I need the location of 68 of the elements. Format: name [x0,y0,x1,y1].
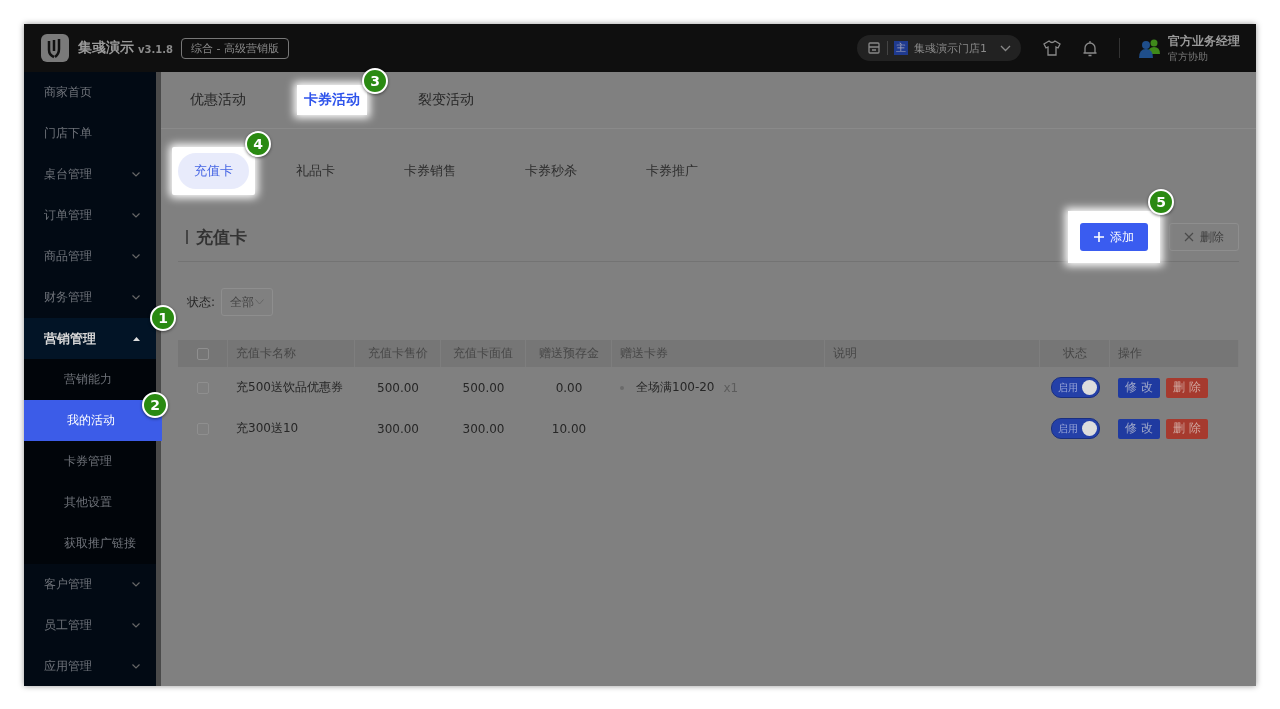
tab[interactable]: 裂变活动 [411,85,481,115]
chevron-down-icon [132,172,140,177]
table-cell: 充500送饮品优惠券 [236,379,343,396]
chevron-down-icon [132,582,140,587]
chevron-down-icon [132,664,140,669]
caret-up-icon [133,336,140,341]
tab[interactable]: 优惠活动 [183,85,253,115]
sidebar-item[interactable]: 商品管理 [24,236,156,277]
edit-button[interactable]: 修 改 [1118,418,1160,439]
subtab[interactable]: 卡券秒杀 [509,153,593,189]
filter-label: 状态: [187,293,216,311]
subtab[interactable]: 礼品卡 [280,153,351,189]
edit-button[interactable]: 修 改 [1118,377,1160,398]
status-toggle[interactable]: 启用 [1050,418,1100,439]
delete-button[interactable]: 删 除 [1165,418,1208,439]
store-name: 集彧演示门店1 [914,40,988,56]
shirt-icon[interactable] [1043,40,1061,56]
sidebar-item[interactable]: 订单管理 [24,195,156,236]
sidebar-item[interactable]: 桌台管理 [24,154,156,195]
users-icon [1138,38,1162,58]
table-cell: 充300送10 [236,420,299,437]
close-icon [1184,232,1194,242]
sidebar-subitem[interactable]: 其他设置 [24,482,156,523]
sidebar-item[interactable]: 门店下单 [24,113,156,154]
sidebar-subitem[interactable]: 卡券管理 [24,441,156,482]
bell-icon[interactable] [1083,39,1097,57]
store-icon [867,41,881,55]
store-type-badge: 主 [894,41,908,55]
chevron-down-icon [255,299,265,305]
status-toggle[interactable]: 启用 [1050,377,1100,398]
plus-icon [1094,232,1104,242]
tab[interactable]: 卡券活动 [297,85,367,115]
table-cell: 0.00 [555,380,583,395]
version-label: v3.1.8 [138,44,173,55]
subtab[interactable]: 卡券销售 [388,153,472,189]
sidebar-subitem[interactable]: 营销能力 [24,359,156,400]
add-button[interactable]: 添加 [1080,223,1148,251]
coupon-name: 全场满100-20 [636,379,715,396]
step-number-badge: 4 [245,131,271,157]
table-cell: 10.00 [551,421,587,436]
chevron-down-icon [132,254,140,259]
sidebar-item[interactable]: 营销管理 [24,318,156,359]
user-role: 官方协助 [1168,49,1209,64]
app-name: 集彧演示 [78,39,134,57]
table-cell: 500.00 [377,380,419,395]
subtab[interactable]: 卡券推广 [630,153,714,189]
table-cell: 300.00 [462,421,505,436]
status-dropdown[interactable]: 全部 [221,288,274,316]
chevron-down-icon [132,213,140,218]
delete-button[interactable]: 删 除 [1165,377,1208,398]
sidebar-item[interactable]: 商家首页 [24,72,156,113]
store-selector[interactable]: 主 集彧演示门店1 [857,35,1021,61]
step-number-badge: 5 [1148,189,1174,215]
sidebar-item[interactable]: 客户管理 [24,564,156,605]
chevron-down-icon [132,623,140,628]
user-name: 官方业务经理 [1168,32,1240,50]
logo-icon [40,33,70,63]
subtab[interactable]: 充值卡 [178,153,249,189]
chevron-down-icon [1000,44,1011,52]
sidebar-item[interactable]: 应用管理 [24,646,156,686]
chevron-down-icon [132,295,140,300]
sidebar-item[interactable]: 员工管理 [24,605,156,646]
select-all-checkbox[interactable] [197,347,209,360]
sidebar-subitem[interactable]: 获取推广链接 [24,523,156,564]
table-cell: 300.00 [377,421,419,436]
section-title: 充值卡 [196,225,248,249]
table-cell: 500.00 [462,380,505,395]
edition-badge: 综合 - 高级营销版 [181,37,289,59]
